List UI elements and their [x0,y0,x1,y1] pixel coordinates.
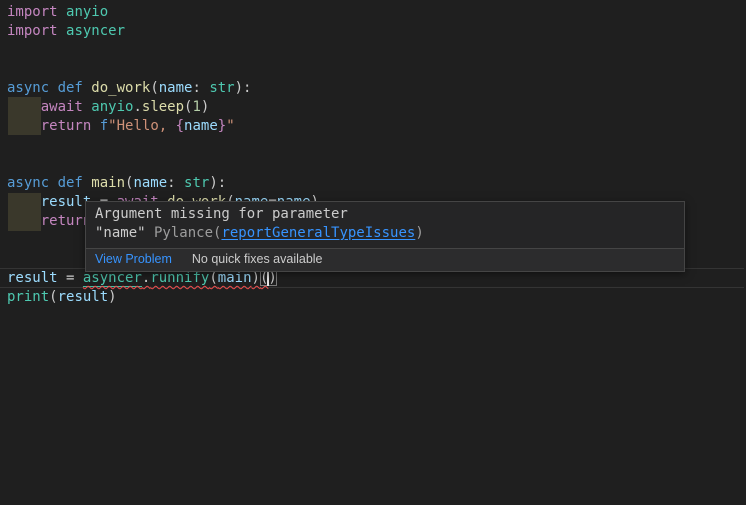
code-token: ) [268,270,276,286]
code-token: do_work [91,80,150,96]
code-token: main [91,175,125,191]
code-token: : [167,175,184,191]
code-line[interactable]: async def do_work(name: str): [7,79,319,98]
code-token: ( [150,80,158,96]
code-token: " [226,118,234,134]
code-line[interactable] [7,155,319,174]
code-token: name [133,175,167,191]
code-token: main [218,270,252,286]
code-token: 1 [192,99,200,115]
view-problem-button[interactable]: View Problem [95,252,172,267]
code-token: "Hello, [108,118,175,134]
no-quick-fixes-label: No quick fixes available [192,252,323,267]
code-token [7,118,41,134]
code-token: asyncer [83,270,142,287]
code-token: await [41,99,92,115]
diagnostic-source-close: ) [415,225,423,241]
diagnostic-hover-popup: Argument missing for parameter "name" Pyl… [85,201,685,272]
diagnostic-message-line1: Argument missing for parameter [95,206,348,222]
code-token [7,194,41,210]
code-token: } [218,118,226,134]
code-token: ): [235,80,252,96]
code-token: name [184,118,218,134]
code-token: name [159,80,193,96]
code-token: ( [209,270,217,286]
code-line[interactable] [7,60,319,79]
code-line[interactable]: print(result) [7,288,319,307]
editor: import anyioimport asyncerasync def do_w… [0,0,746,505]
code-line[interactable]: import anyio [7,3,319,22]
code-token: def [58,80,92,96]
code-token: result [7,270,58,286]
code-token: async [7,175,58,191]
code-token: str [184,175,209,191]
code-token: import [7,4,66,20]
code-token: anyio [91,99,133,115]
code-token: . [133,99,141,115]
code-token: anyio [66,4,108,20]
diagnostic-message: Argument missing for parameter "name" Pyl… [86,202,684,248]
code-line[interactable] [7,41,319,60]
code-line[interactable] [7,136,319,155]
code-token: return [41,118,100,134]
code-token: ) [201,99,209,115]
code-line[interactable]: async def main(name: str): [7,174,319,193]
code-token: return [41,213,92,229]
code-token: print [7,289,49,305]
diagnostic-code-quote: "name" [95,225,146,241]
code-line[interactable]: await anyio.sleep(1) [7,98,319,117]
code-token: import [7,23,66,39]
code-line[interactable]: import asyncer [7,22,319,41]
code-token: result [41,194,92,210]
hover-status-bar: View Problem No quick fixes available [86,248,684,271]
code-token: runnify [150,270,209,286]
code-token: ) [108,289,116,305]
code-token: { [176,118,184,134]
code-token: asyncer [66,23,125,39]
text-cursor [267,270,269,286]
code-token: ): [209,175,226,191]
code-token: ) [252,270,260,286]
code-token: sleep [142,99,184,115]
code-line[interactable]: return f"Hello, {name}" [7,117,319,136]
code-token: = [58,270,83,286]
code-token: f [100,118,108,134]
code-token [7,213,41,229]
diagnostic-source: Pylance( [146,225,222,241]
diagnostic-rule-link[interactable]: reportGeneralTypeIssues [221,225,415,241]
code-token: ( [49,289,57,305]
code-token: def [58,175,92,191]
code-token: async [7,80,58,96]
code-token [7,99,41,115]
code-token: : [192,80,209,96]
code-token: result [58,289,109,305]
code-token: str [209,80,234,96]
